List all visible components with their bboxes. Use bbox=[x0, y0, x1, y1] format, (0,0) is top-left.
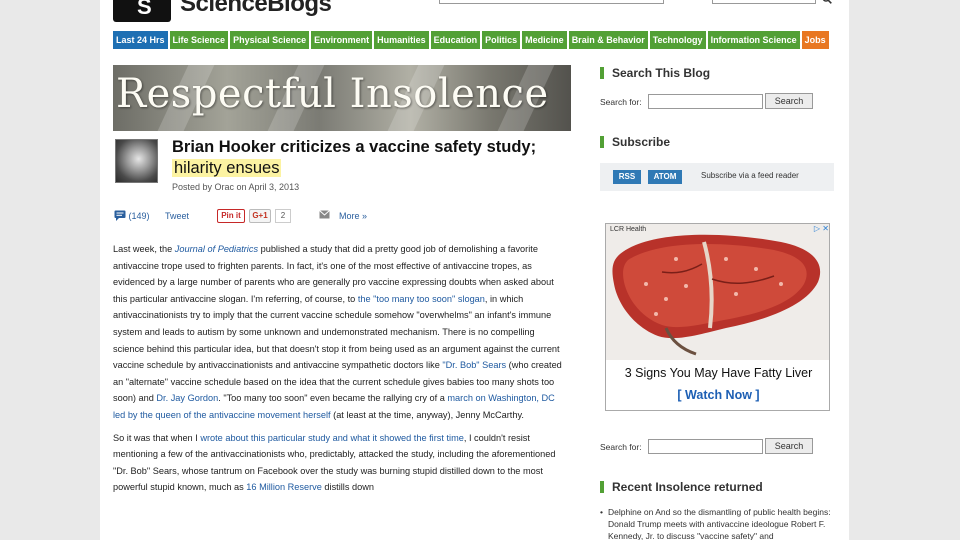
blog-banner[interactable]: Respectful Insolence bbox=[113, 65, 571, 131]
gplus-count: 2 bbox=[275, 209, 291, 223]
article-paragraph: So it was that when I wrote about this p… bbox=[113, 430, 568, 496]
comments-count: (149) bbox=[128, 211, 150, 221]
ad-close-icon[interactable]: ▷ ✕ bbox=[809, 224, 829, 235]
page: S ScienceBlogs Last 24 Hrs Life Science … bbox=[100, 0, 849, 540]
nav-education[interactable]: Education bbox=[430, 31, 481, 49]
article-link[interactable]: the "too many too soon" slogan bbox=[358, 294, 485, 304]
search-label-2: Search for: bbox=[600, 442, 642, 452]
rss-button[interactable]: RSS bbox=[613, 170, 641, 184]
nav-politics[interactable]: Politics bbox=[482, 31, 521, 49]
gplus-button[interactable]: G+1 bbox=[249, 209, 271, 223]
bullet-icon: • bbox=[600, 507, 603, 517]
text: . "Too many too soon" even became the ra… bbox=[218, 393, 448, 404]
article-link[interactable]: Dr. Jay Gordon bbox=[156, 393, 218, 403]
nav-humanities[interactable]: Humanities bbox=[374, 31, 429, 49]
post-title[interactable]: Brian Hooker criticizes a vaccine safety… bbox=[172, 137, 567, 179]
recent-widget-title: Recent Insolence returned bbox=[600, 481, 763, 493]
search-label: Search for: bbox=[600, 97, 642, 107]
atom-button[interactable]: ATOM bbox=[648, 170, 682, 184]
blog-search-input[interactable] bbox=[648, 94, 763, 109]
blog-search-button-2[interactable]: Search bbox=[765, 438, 813, 454]
search-widget-title: Search This Blog bbox=[600, 67, 710, 79]
nav-medicine[interactable]: Medicine bbox=[522, 31, 567, 49]
email-icon[interactable] bbox=[319, 208, 330, 224]
ad-watch-now-link[interactable]: [ Watch Now ] bbox=[606, 388, 829, 402]
post-meta: Posted by Orac on April 3, 2013 bbox=[172, 182, 300, 192]
site-name[interactable]: ScienceBlogs bbox=[180, 0, 332, 18]
journal-link[interactable]: Journal of Pediatrics bbox=[175, 244, 258, 254]
text: (at least at the time, anyway), Jenny Mc… bbox=[330, 409, 524, 420]
more-share-link[interactable]: More » bbox=[339, 208, 367, 224]
blog-search-input-2[interactable] bbox=[648, 439, 763, 454]
ad-source: LCR Health bbox=[610, 226, 647, 233]
advertisement[interactable]: LCR Health ▷ ✕ 3 Signs You May Have Fatt… bbox=[605, 223, 830, 411]
pin-it-button[interactable]: Pin it bbox=[217, 209, 245, 223]
liver-image: LCR Health ▷ ✕ bbox=[606, 224, 829, 360]
subscribe-box: RSS ATOM Subscribe via a feed reader bbox=[600, 163, 834, 191]
post-title-part1: Brian Hooker criticizes a vaccine safety… bbox=[172, 138, 537, 156]
logo[interactable]: S bbox=[113, 0, 171, 22]
nav-physical-science[interactable]: Physical Science bbox=[230, 31, 310, 49]
text: So it was that when I bbox=[113, 432, 201, 443]
tweet-button[interactable]: Tweet bbox=[165, 208, 189, 224]
nav-jobs[interactable]: Jobs bbox=[801, 31, 829, 49]
search-icon[interactable] bbox=[822, 0, 832, 7]
nav-life-science[interactable]: Life Science bbox=[169, 31, 229, 49]
text: distills down bbox=[321, 482, 374, 493]
article-link[interactable]: 16 Million Reserve bbox=[246, 482, 322, 492]
article-paragraph: Last week, the Journal of Pediatrics pub… bbox=[113, 241, 568, 424]
author-avatar bbox=[115, 139, 158, 183]
recent-item[interactable]: Delphine on And so the dismantling of pu… bbox=[608, 507, 831, 540]
subscribe-text: Subscribe via a feed reader bbox=[701, 171, 799, 180]
article-body: Last week, the Journal of Pediatrics pub… bbox=[113, 241, 568, 502]
site-search-input-2[interactable] bbox=[712, 0, 816, 4]
blog-search-button[interactable]: Search bbox=[765, 93, 813, 109]
post-title-part2: hilarity ensues bbox=[172, 159, 282, 177]
nav-brain-behavior[interactable]: Brain & Behavior bbox=[568, 31, 648, 49]
text: , in which antivaccinationists try to im… bbox=[113, 293, 560, 371]
blog-title: Respectful Insolence bbox=[116, 71, 549, 117]
nav-information-science[interactable]: Information Science bbox=[707, 31, 800, 49]
nav-last-24-hrs[interactable]: Last 24 Hrs bbox=[113, 31, 168, 49]
article-link[interactable]: wrote about this particular study and wh… bbox=[200, 433, 464, 443]
logo-mark: S bbox=[137, 0, 152, 19]
nav-technology[interactable]: Technology bbox=[649, 31, 706, 49]
comments-link[interactable]: (149) bbox=[114, 208, 150, 224]
ad-headline[interactable]: 3 Signs You May Have Fatty Liver bbox=[606, 366, 829, 380]
comment-icon bbox=[114, 210, 126, 221]
text: Last week, the bbox=[113, 244, 175, 254]
recent-list: • Delphine on And so the dismantling of … bbox=[600, 506, 838, 540]
site-search-input[interactable] bbox=[439, 0, 664, 4]
article-link[interactable]: "Dr. Bob" Sears bbox=[442, 360, 506, 370]
subscribe-widget-title: Subscribe bbox=[600, 136, 670, 148]
nav-environment[interactable]: Environment bbox=[311, 31, 373, 49]
share-row: (149) Tweet Pin it G+1 2 More » bbox=[113, 208, 573, 226]
main-nav: Last 24 Hrs Life Science Physical Scienc… bbox=[113, 31, 829, 49]
